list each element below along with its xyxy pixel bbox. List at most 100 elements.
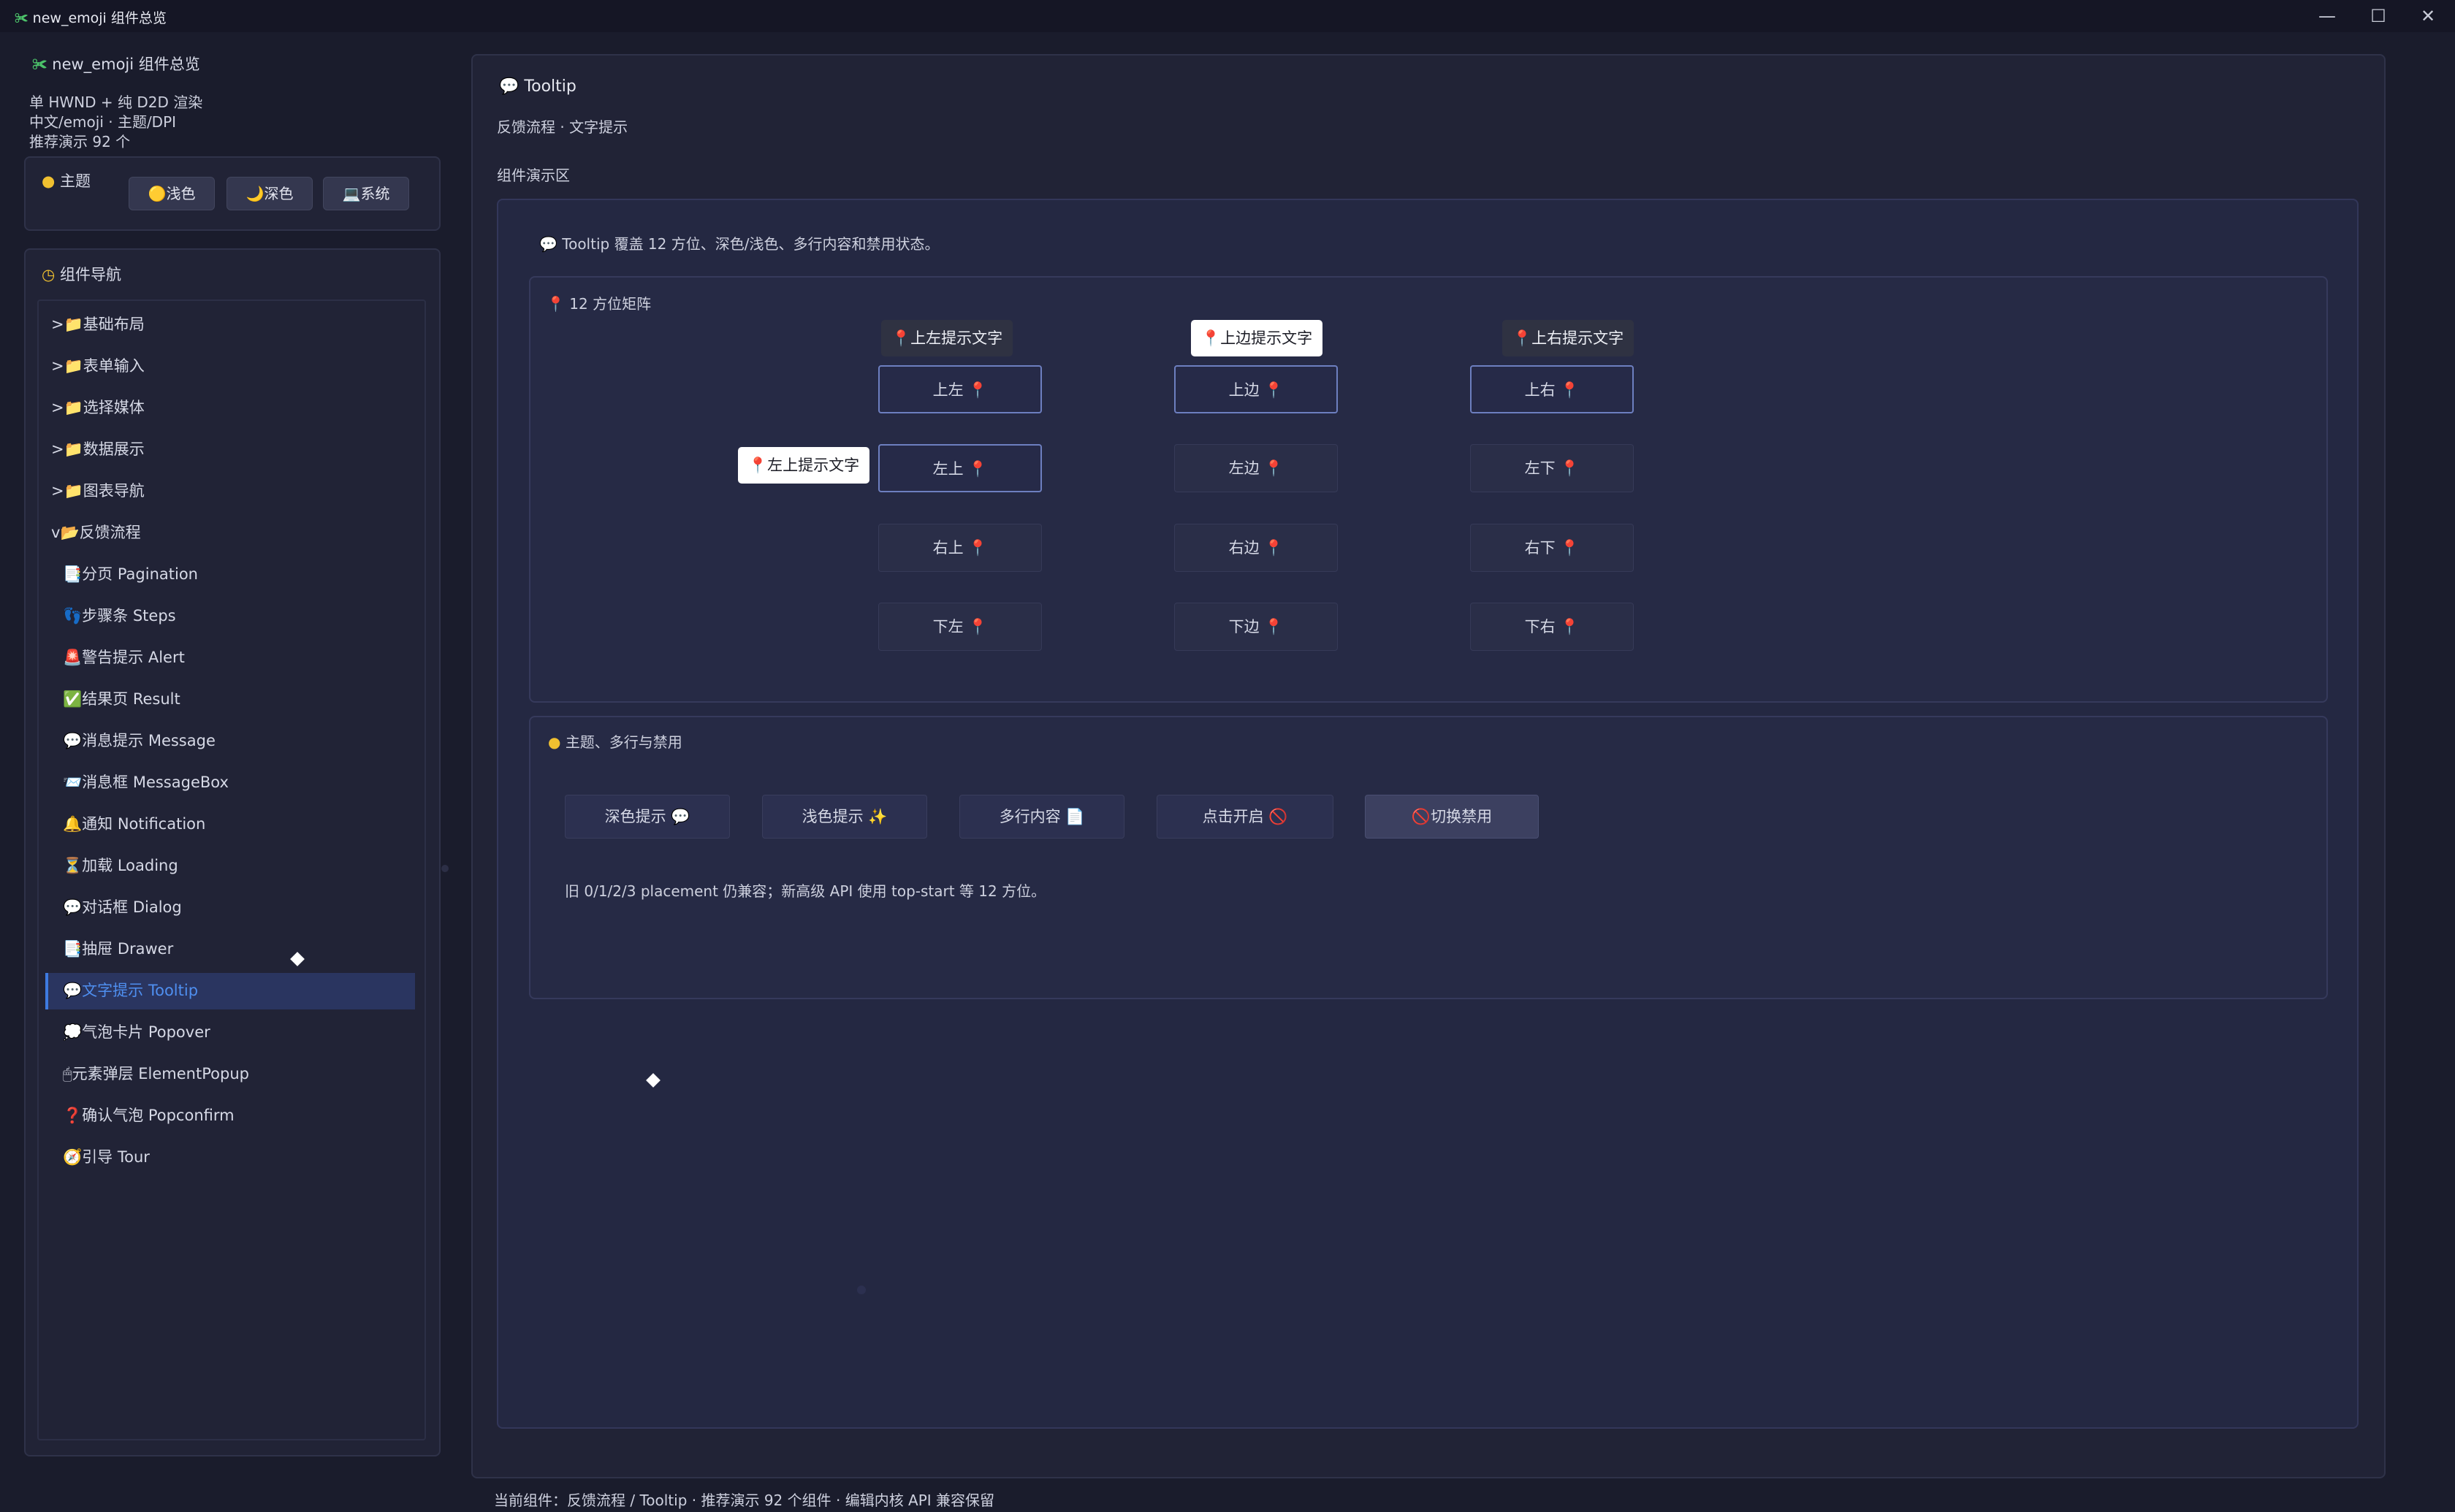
compat-note: 旧 0/1/2/3 placement 仍兼容；新高级 API 使用 top-s… bbox=[565, 882, 1046, 900]
tooltip-top: 📍上边提示文字 bbox=[1191, 320, 1323, 356]
drag-dot bbox=[857, 1286, 866, 1294]
pin-icon: 📍 bbox=[1201, 329, 1221, 347]
close-button[interactable]: ✕ bbox=[2404, 1, 2452, 31]
chat-icon: 💬 bbox=[63, 732, 83, 749]
chat-icon: 💬 bbox=[63, 898, 83, 916]
nav-item-popconfirm[interactable]: ❓确认气泡 Popconfirm bbox=[63, 1098, 235, 1133]
laptop-icon: 💻 bbox=[342, 185, 361, 202]
nav-item-message[interactable]: 💬消息提示 Message bbox=[63, 723, 216, 758]
nav-group-feedback[interactable]: v📂反馈流程 bbox=[51, 515, 141, 550]
nav-item-popover[interactable]: 💭气泡卡片 Popover bbox=[63, 1015, 210, 1050]
placement-top-start-button[interactable]: 上左 📍 bbox=[878, 365, 1042, 413]
nav-group-chart-nav[interactable]: >📁图表导航 bbox=[51, 473, 145, 508]
check-icon: ✅ bbox=[63, 690, 83, 708]
nav-item-pagination[interactable]: 📑分页 Pagination bbox=[63, 557, 198, 592]
chat-icon: 💬 bbox=[671, 808, 690, 825]
placement-right-end-button[interactable]: 右下 📍 bbox=[1470, 524, 1634, 572]
placement-left-button[interactable]: 左边 📍 bbox=[1174, 444, 1338, 492]
info-line: 推荐演示 92 个 bbox=[29, 133, 131, 150]
nav-item-alert[interactable]: 🚨警告提示 Alert bbox=[63, 640, 185, 675]
nav-item-tooltip[interactable]: 💬文字提示 Tooltip bbox=[45, 973, 415, 1009]
app-icon: ✀ bbox=[32, 56, 47, 73]
folder-icon: 📁 bbox=[64, 440, 83, 458]
nav-item-result[interactable]: ✅结果页 Result bbox=[63, 681, 180, 717]
placement-right-start-button[interactable]: 右上 📍 bbox=[878, 524, 1042, 572]
hourglass-icon: ⏳ bbox=[63, 857, 83, 874]
nav-group-basic-layout[interactable]: >📁基础布局 bbox=[51, 307, 145, 342]
pin-icon: 📍 bbox=[1264, 618, 1284, 635]
window-title: ✀ new_emoji 组件总览 bbox=[15, 10, 167, 26]
matrix-section bbox=[529, 276, 2328, 703]
envelope-icon: 📨 bbox=[63, 774, 83, 791]
splitter-handle[interactable] bbox=[441, 865, 449, 872]
theme-light-button[interactable]: 🟡浅色 bbox=[129, 177, 215, 210]
pin-icon: 📍 bbox=[1560, 618, 1580, 635]
pin-icon: 📍 bbox=[1560, 539, 1580, 557]
pin-icon: 📍 bbox=[968, 460, 988, 478]
palette-icon: ● bbox=[548, 733, 561, 751]
thought-bubble-icon: 💭 bbox=[63, 1023, 83, 1041]
nav-group-form-input[interactable]: >📁表单输入 bbox=[51, 348, 145, 383]
demo-intro: 💬 Tooltip 覆盖 12 方位、深色/浅色、多行内容和禁用状态。 bbox=[539, 235, 940, 253]
pin-icon: 📍 bbox=[1264, 539, 1284, 557]
sidebar-app-name: ✀ new_emoji 组件总览 bbox=[32, 56, 200, 73]
nav-group-select-media[interactable]: >📁选择媒体 bbox=[51, 390, 145, 425]
placement-bottom-start-button[interactable]: 下左 📍 bbox=[878, 603, 1042, 651]
theme-demo-title: ● 主题、多行与禁用 bbox=[548, 733, 682, 751]
info-line: 中文/emoji · 主题/DPI bbox=[29, 113, 177, 131]
nav-item-loading[interactable]: ⏳加载 Loading bbox=[63, 848, 178, 883]
placement-top-button[interactable]: 上边 📍 bbox=[1174, 365, 1338, 413]
pin-icon: 📍 bbox=[968, 539, 988, 557]
compass-icon: 🧭 bbox=[63, 1148, 83, 1166]
placement-right-button[interactable]: 右边 📍 bbox=[1174, 524, 1338, 572]
toggle-disabled-button[interactable]: 🚫切换禁用 bbox=[1365, 795, 1539, 839]
matrix-title: 📍 12 方位矩阵 bbox=[547, 295, 652, 313]
dark-tooltip-button[interactable]: 深色提示 💬 bbox=[565, 795, 730, 839]
tooltip-top-left: 📍上左提示文字 bbox=[881, 320, 1013, 356]
minimize-button[interactable]: — bbox=[2303, 1, 2351, 31]
bell-icon: 🔔 bbox=[63, 815, 83, 833]
placement-bottom-button[interactable]: 下边 📍 bbox=[1174, 603, 1338, 651]
nav-item-messagebox[interactable]: 📨消息框 MessageBox bbox=[63, 765, 229, 800]
pin-icon: 📍 bbox=[891, 329, 911, 347]
chat-icon: 💬 bbox=[539, 235, 557, 253]
document-icon: 📄 bbox=[1065, 808, 1085, 825]
click-open-button[interactable]: 点击开启 🚫 bbox=[1157, 795, 1333, 839]
bookmark-icon: 📑 bbox=[63, 565, 83, 583]
tooltip-top-right: 📍上右提示文字 bbox=[1502, 320, 1634, 356]
nav-item-notification[interactable]: 🔔通知 Notification bbox=[63, 806, 205, 841]
theme-system-button[interactable]: 💻系统 bbox=[323, 177, 409, 210]
title-bar: ✀ new_emoji 组件总览 — ☐ ✕ bbox=[0, 0, 2455, 32]
maximize-button[interactable]: ☐ bbox=[2354, 1, 2402, 31]
prohibited-icon: 🚫 bbox=[1268, 808, 1288, 825]
sun-icon: 🟡 bbox=[148, 185, 167, 202]
status-bar: 当前组件：反馈流程 / Tooltip · 推荐演示 92 个组件 · 编辑内核… bbox=[494, 1492, 995, 1509]
nav-item-elementpopup[interactable]: 🖱元素弹层 ElementPopup bbox=[63, 1056, 249, 1091]
nav-item-drawer[interactable]: 📑抽屉 Drawer bbox=[63, 931, 173, 966]
tooltip-left-top: 📍左上提示文字 bbox=[738, 447, 870, 484]
folder-open-icon: 📂 bbox=[60, 524, 80, 541]
placement-top-end-button[interactable]: 上右 📍 bbox=[1470, 365, 1634, 413]
theme-demo-section bbox=[529, 716, 2328, 999]
pin-icon: 📍 bbox=[1560, 459, 1580, 477]
pin-icon: 📍 bbox=[748, 457, 768, 474]
prohibited-icon: 🚫 bbox=[1411, 808, 1431, 825]
nav-item-tour[interactable]: 🧭引导 Tour bbox=[63, 1139, 150, 1175]
pin-icon: 📍 bbox=[968, 381, 988, 399]
theme-panel: ● 主题 🟡浅色 🌙深色 💻系统 bbox=[24, 156, 441, 231]
nav-item-dialog[interactable]: 💬对话框 Dialog bbox=[63, 890, 182, 925]
placement-left-start-button[interactable]: 左上 📍 bbox=[878, 444, 1042, 492]
nav-item-steps[interactable]: 👣步骤条 Steps bbox=[63, 598, 176, 633]
sparkles-icon: ✨ bbox=[868, 808, 888, 825]
theme-dark-button[interactable]: 🌙深色 bbox=[227, 177, 313, 210]
placement-left-end-button[interactable]: 左下 📍 bbox=[1470, 444, 1634, 492]
app-icon: ✀ bbox=[15, 10, 28, 26]
nav-group-data-display[interactable]: >📁数据展示 bbox=[51, 432, 145, 467]
folder-icon: 📁 bbox=[64, 357, 83, 375]
multiline-tooltip-button[interactable]: 多行内容 📄 bbox=[959, 795, 1124, 839]
light-tooltip-button[interactable]: 浅色提示 ✨ bbox=[762, 795, 927, 839]
clock-icon: ◷ bbox=[42, 266, 56, 283]
page-subtitle: 反馈流程 · 文字提示 bbox=[497, 118, 628, 136]
placement-bottom-end-button[interactable]: 下右 📍 bbox=[1470, 603, 1634, 651]
question-icon: ❓ bbox=[63, 1107, 83, 1124]
